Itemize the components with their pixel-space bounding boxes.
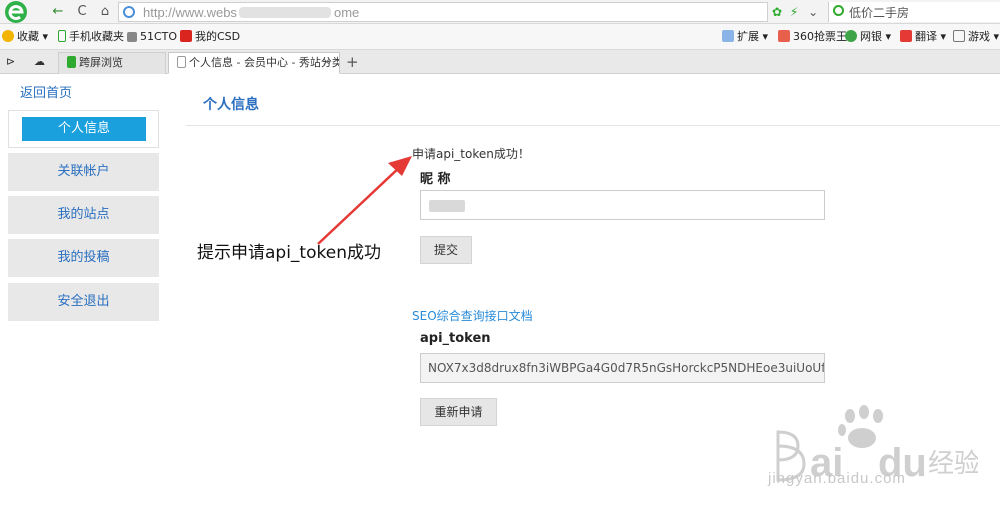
api-token-label: api_token — [420, 331, 491, 346]
sidebar-item-logout[interactable]: 安全退出 — [8, 283, 159, 321]
tab-close-icon[interactable]: × — [322, 55, 331, 68]
globe-icon — [123, 6, 135, 18]
ticket-icon — [778, 30, 790, 42]
search-placeholder: 低价二手房 — [849, 6, 910, 20]
home-button[interactable]: ⌂ — [95, 3, 115, 21]
bookmarks-bar: 收藏 ▾ 手机收藏夹 51CTO 我的CSD 扩展 ▾ 360抢票王 网银 ▾ … — [0, 24, 1000, 50]
bookmark-51cto[interactable]: 51CTO — [127, 29, 177, 45]
bookmark-mobile[interactable]: 手机收藏夹 — [58, 29, 124, 45]
bookmark-grab-label: 360抢票王 — [793, 30, 847, 43]
page-icon — [177, 56, 186, 68]
lightning-icon[interactable]: ⚡ — [790, 5, 798, 19]
phone-icon — [67, 56, 76, 68]
back-button[interactable]: ← — [48, 3, 68, 21]
sidebar-toggle-icon[interactable]: ⊳ — [0, 52, 26, 74]
tab-profile[interactable]: 个人信息 - 会员中心 - 秀站分类 — [168, 52, 340, 74]
bookmark-bank[interactable]: 网银 ▾ — [845, 29, 891, 45]
chevron-down-icon[interactable]: ⌄ — [808, 5, 818, 19]
sidebar-item-accounts[interactable]: 关联帐户 — [8, 153, 159, 191]
csdn-icon — [180, 30, 192, 42]
api-token-field[interactable]: NOX7x3d8drux8fn3iWBPGa4G0d7R5nGsHorckcP5… — [420, 353, 825, 383]
bookmark-csd-label: 我的CSD — [195, 30, 241, 43]
page-title: 个人信息 — [203, 97, 259, 113]
tab-cross-screen-label: 跨屏浏览 — [79, 56, 123, 69]
submit-button[interactable]: 提交 — [420, 236, 472, 264]
bookmark-games-label: 游戏 — [968, 30, 990, 43]
reapply-button[interactable]: 重新申请 — [420, 398, 497, 426]
url-suffix: ome — [334, 5, 360, 20]
url-input[interactable]: http://www.webs ome — [118, 2, 768, 22]
site-icon — [127, 32, 137, 42]
nickname-redacted — [429, 200, 465, 212]
svg-text:经验: 经验 — [928, 449, 978, 479]
bookmark-51cto-label: 51CTO — [140, 30, 178, 43]
url-redacted — [239, 7, 331, 18]
grid-icon — [722, 30, 734, 42]
sidebar-item-profile[interactable]: 个人信息 — [22, 117, 146, 141]
bookmark-mobile-label: 手机收藏夹 — [69, 30, 124, 43]
annotation-text: 提示申请api_token成功 — [197, 243, 381, 263]
bookmark-collect[interactable]: 收藏 ▾ — [2, 29, 48, 45]
tab-cross-screen[interactable]: 跨屏浏览 — [58, 52, 166, 74]
gamepad-icon — [953, 30, 965, 42]
address-actions: ✿ ⚡ ⌄ — [772, 3, 818, 21]
bookmark-extend[interactable]: 扩展 ▾ — [722, 29, 768, 45]
star-icon — [2, 30, 14, 42]
success-message: 申请api_token成功！ — [412, 147, 530, 161]
browser-logo-icon — [5, 1, 27, 23]
baidu-watermark-logo: ai du 经验 — [776, 405, 978, 485]
bookmark-translate-label: 翻译 — [915, 30, 937, 43]
translate-icon — [900, 30, 912, 42]
back-home-link[interactable]: 返回首页 — [20, 82, 72, 101]
bookmark-translate[interactable]: 翻译 ▾ — [900, 29, 946, 45]
tab-profile-label: 个人信息 - 会员中心 - 秀站分类 — [189, 56, 340, 69]
bookmark-extend-label: 扩展 — [737, 30, 759, 43]
address-bar: ← C ⌂ http://www.webs ome ✿ ⚡ ⌄ 低价二手房 — [0, 0, 1000, 24]
new-tab-button[interactable]: + — [346, 53, 359, 71]
watermark-url: jingyan.baidu.com — [768, 470, 906, 487]
tab-bar: ⊳ ☁ 跨屏浏览 个人信息 - 会员中心 - 秀站分类 × + — [0, 50, 1000, 74]
sidebar-item-sites[interactable]: 我的站点 — [8, 196, 159, 234]
nickname-field[interactable] — [420, 190, 825, 220]
bookmark-collect-label: 收藏 — [17, 30, 39, 43]
bookmark-bank-label: 网银 — [860, 30, 882, 43]
refresh-green-icon[interactable]: ✿ — [772, 5, 782, 19]
api-doc-link[interactable]: SEO综合查询接口文档 — [412, 307, 533, 324]
bookmark-csd[interactable]: 我的CSD — [180, 29, 240, 45]
title-divider — [186, 125, 1000, 126]
reload-button[interactable]: C — [72, 3, 92, 21]
bookmark-grab-ticket[interactable]: 360抢票王 — [778, 29, 847, 45]
search-icon — [833, 5, 844, 16]
cloud-icon[interactable]: ☁ — [28, 52, 54, 74]
url-prefix: http://www.webs — [143, 5, 237, 20]
search-input[interactable]: 低价二手房 — [828, 2, 1000, 22]
bookmark-games[interactable]: 游戏 ▾ — [953, 29, 999, 45]
sidebar-item-submissions[interactable]: 我的投稿 — [8, 239, 159, 277]
phone-icon — [58, 30, 66, 42]
bank-icon — [845, 30, 857, 42]
nickname-label: 昵 称 — [420, 172, 451, 187]
